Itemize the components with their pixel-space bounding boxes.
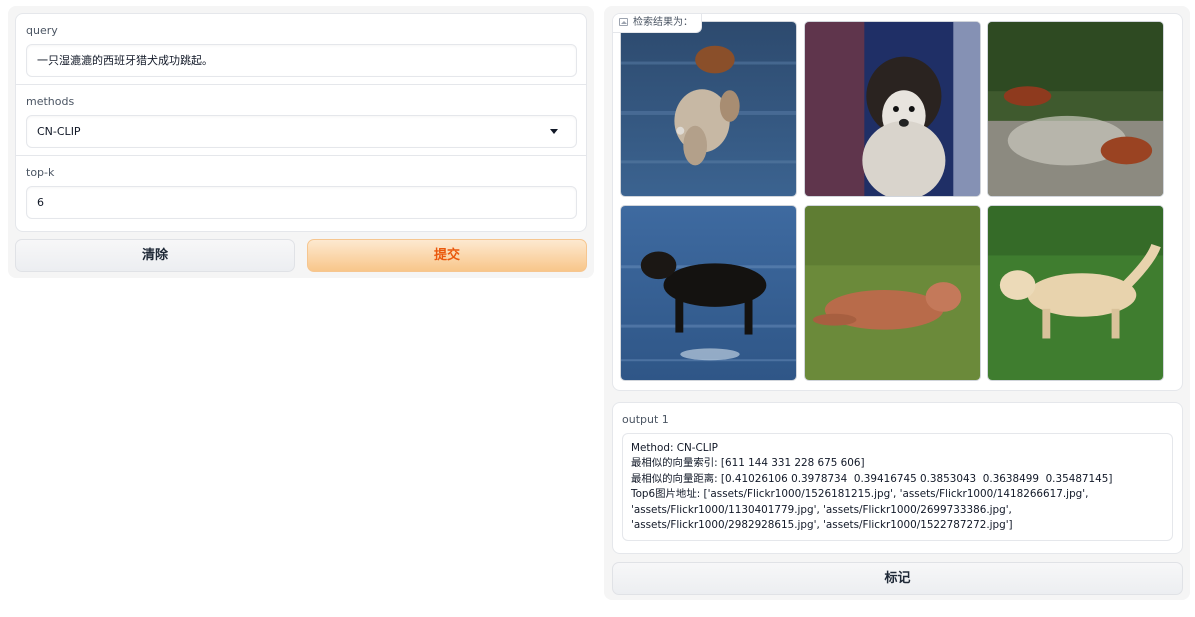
image-icon bbox=[619, 18, 628, 26]
gallery-label-text: 检索结果为： bbox=[633, 17, 693, 28]
input-form: query 一只湿漉漉的西班牙猎犬成功跳起。 methods CN-CLIP t… bbox=[15, 13, 587, 232]
gallery-image-4[interactable] bbox=[620, 205, 797, 381]
gallery-image-6[interactable] bbox=[987, 205, 1164, 381]
gallery-label: 检索结果为： bbox=[613, 14, 702, 33]
topk-input[interactable]: 6 bbox=[26, 186, 577, 219]
input-panel: query 一只湿漉漉的西班牙猎犬成功跳起。 methods CN-CLIP t… bbox=[8, 6, 594, 278]
methods-label: methods bbox=[26, 95, 75, 108]
gallery-image-5[interactable] bbox=[804, 205, 981, 381]
output-textbox[interactable]: Method: CN-CLIP 最相似的向量索引: [611 144 331 2… bbox=[622, 433, 1173, 541]
query-field: query 一只湿漉漉的西班牙猎犬成功跳起。 bbox=[16, 14, 586, 85]
output-panel: 检索结果为： output 1 Method: CN-CLIP 最相似的向量索引… bbox=[604, 6, 1190, 600]
result-gallery: 检索结果为： bbox=[612, 13, 1183, 391]
gallery-image-3[interactable] bbox=[987, 21, 1164, 197]
flag-button[interactable]: 标记 bbox=[612, 562, 1183, 595]
gallery-image-2[interactable] bbox=[804, 21, 981, 197]
topk-label: top-k bbox=[26, 166, 55, 179]
topk-field: top-k 6 bbox=[16, 156, 586, 231]
clear-button[interactable]: 清除 bbox=[15, 239, 295, 272]
query-label: query bbox=[26, 24, 58, 37]
methods-field: methods CN-CLIP bbox=[16, 85, 586, 156]
gallery-image-1[interactable] bbox=[620, 21, 797, 197]
methods-dropdown[interactable]: CN-CLIP bbox=[26, 115, 577, 148]
output-label: output 1 bbox=[622, 413, 669, 426]
output-textbox-container: output 1 Method: CN-CLIP 最相似的向量索引: [611 … bbox=[612, 402, 1183, 554]
dropdown-arrow-icon bbox=[550, 129, 558, 134]
methods-selected-value: CN-CLIP bbox=[37, 125, 81, 138]
submit-button[interactable]: 提交 bbox=[307, 239, 587, 272]
query-input[interactable]: 一只湿漉漉的西班牙猎犬成功跳起。 bbox=[26, 44, 577, 77]
